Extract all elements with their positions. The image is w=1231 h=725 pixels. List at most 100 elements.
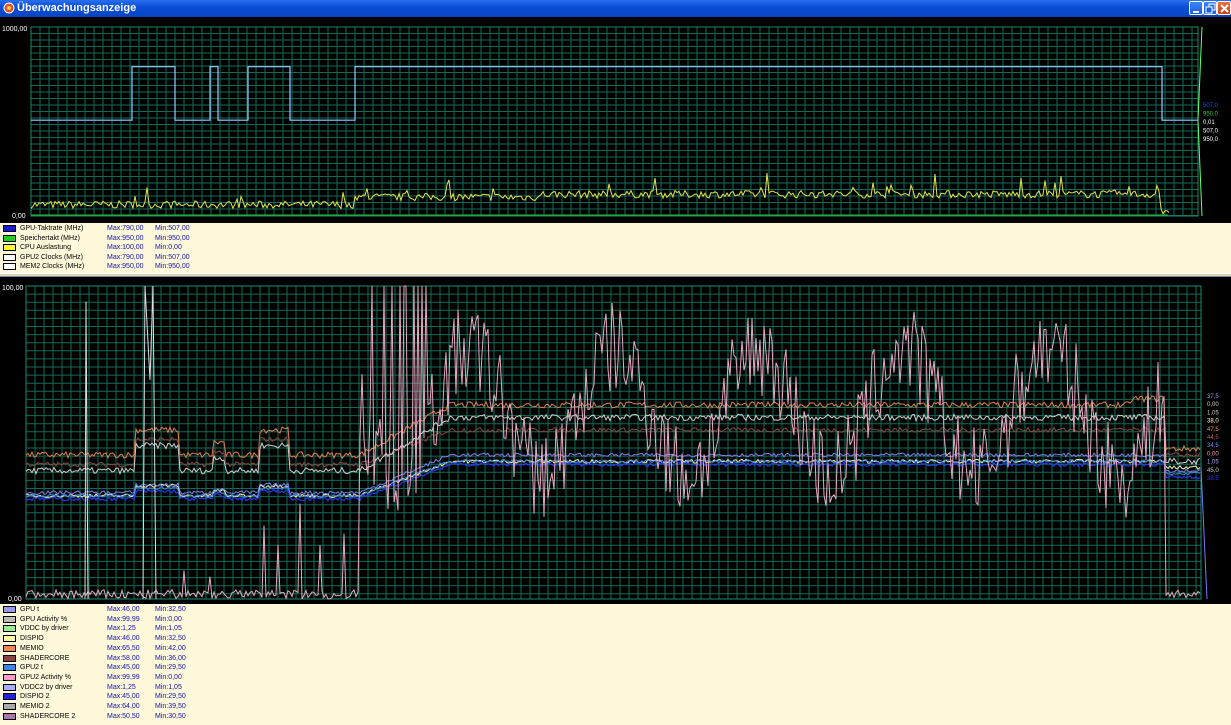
legend-series-name: CPU Auslastung [20,244,71,252]
legend-series-name: MEMIO [20,644,44,652]
y-min-label: 0,00 [12,213,26,220]
y-min-label: 0,00 [8,596,22,603]
legend-swatch [3,625,16,633]
legend-series-name: GPU-Taktrate (MHz) [20,225,84,232]
legend-series-name: GPU2 Clocks (MHz) [20,253,84,261]
legend-max-value: Max:100,00 [107,244,144,252]
current-value-label: 1,05 [1207,460,1219,466]
sensor-chart: 100,00 0,00 37,5 0,00 1,05 38,0 47,5 44,5 34,5… [0,277,1231,604]
legend-max-value: Max:99,99 [107,615,140,623]
legend-series-name: SHADERCORE [20,654,70,662]
monitor-app-icon [3,2,15,14]
legend-series-name: MEM2 Clocks (MHz) [20,263,85,271]
window-title: Überwachungsanzeige [17,2,137,14]
legend-swatch [3,635,16,643]
legend-max-value: Max:64,00 [107,703,140,710]
current-value-label: 44,5 [1207,435,1219,441]
minimize-button[interactable] [1189,1,1203,15]
legend-max-value: Max:65,50 [107,644,140,652]
legend-min-value: Min:32,50 [155,606,186,613]
legend-max-value: Max:58,00 [107,654,140,662]
legend-max-value: Max:950,00 [107,263,144,271]
legend-swatch [3,673,16,681]
legend-series-name: GPU Activity % [20,615,68,623]
current-value-label: 1,05 [1207,410,1219,416]
restore-icon [1205,3,1216,14]
current-value-label: 507,0 [1203,103,1219,109]
current-value-label: 507,0 [1203,129,1219,135]
legend-swatch [3,654,16,662]
close-button[interactable] [1217,1,1231,15]
legend-series-name: DISPIO 2 [20,693,50,701]
legend-min-value: Min:29,50 [155,693,186,701]
legend-max-value: Max:1,25 [107,683,136,691]
legend-swatch [3,225,16,232]
legend-series-name: MEMIO 2 [20,703,50,710]
legend-min-value: Min:1,05 [155,683,182,691]
legend-swatch [3,244,16,252]
legend-max-value: Max:790,00 [107,225,144,232]
legend-min-value: Min:0,00 [155,615,182,623]
legend-min-value: Min:36,00 [155,654,186,662]
legend-swatch [3,263,16,271]
current-value-label: 950,0 [1203,112,1219,118]
legend-max-value: Max:99,99 [107,673,140,681]
legend-swatch [3,606,16,613]
maximize-button[interactable] [1203,1,1217,15]
clock-chart: 1000,00 0,00 507,0 950,0 0,01 507,0 950,0 [0,17,1231,223]
legend-max-value: Max:46,00 [107,606,140,613]
monitor-window: Überwachungsanzeige 1000,00 0,00 507,0 95… [0,0,1231,725]
legend-swatch [3,615,16,623]
sensor-legend: GPU t Max:46,00 Min:32,50 GPU Activity % Max… [0,604,1231,725]
legend-min-value: Min:0,00 [155,673,182,681]
legend-min-value: Min:507,00 [155,225,190,232]
legend-min-value: Min:42,00 [155,644,186,652]
legend-max-value: Max:45,00 [107,693,140,701]
sensor-chart-area: 100,00 0,00 37,5 0,00 1,05 38,0 47,5 44,5 34,5… [0,277,1231,604]
legend-max-value: Max:45,00 [107,664,140,672]
legend-swatch [3,693,16,701]
current-value-label: 38,0 [1207,419,1219,425]
legend-min-value: Min:32,50 [155,635,186,643]
legend-swatch [3,712,16,720]
legend-max-value: Max:1,25 [107,625,136,633]
current-value-label: 45,0 [1207,468,1219,474]
legend-max-value: Max:950,00 [107,234,144,242]
clock-chart-area: 1000,00 0,00 507,0 950,0 0,01 507,0 950,0 [0,17,1231,223]
current-value-label: 37,5 [1207,394,1219,400]
current-value-label: 0,00 [1207,402,1219,408]
legend-series-name: VDDC by driver [20,625,69,633]
legend-series-name: VDDC2 by driver [20,683,73,691]
legend-swatch [3,664,16,672]
current-value-label: 950,0 [1203,137,1219,143]
legend-series-name: GPU t [20,606,40,613]
current-value-label: 34,5 [1207,443,1219,449]
current-value-label: 38,5 [1207,476,1219,482]
title-bar[interactable]: Überwachungsanzeige [0,0,1231,17]
legend-series-name: GPU2 Activity % [20,673,71,681]
legend-min-value: Min:29,50 [155,664,186,672]
legend-min-value: Min:950,00 [155,263,190,271]
legend-swatch [3,234,16,242]
legend-series-name: Speichertakt (MHz) [20,234,80,242]
legend-series-name: GPU2 t [20,664,43,672]
legend-min-value: Min:0,00 [155,244,182,252]
legend-min-value: Min:30,50 [155,712,186,720]
legend-min-value: Min:1,05 [155,625,182,633]
minimize-icon [1193,11,1199,13]
legend-series-name: SHADERCORE 2 [20,712,76,720]
legend-max-value: Max:790,00 [107,253,144,261]
legend-series-name: DISPIO [20,635,44,643]
current-value-label: 47,5 [1207,427,1219,433]
legend-max-value: Max:46,00 [107,635,140,643]
legend-swatch [3,703,16,710]
clock-legend: GPU-Taktrate (MHz) Max:790,00 Min:507,00 Sp… [0,223,1231,273]
legend-max-value: Max:50,50 [107,712,140,720]
y-max-label: 1000,00 [2,26,27,33]
legend-swatch [3,253,16,261]
legend-min-value: Min:39,50 [155,703,186,710]
current-value-label: 0,01 [1203,120,1215,126]
current-value-label: 0,00 [1207,451,1219,457]
close-icon [1220,4,1229,13]
legend-swatch [3,683,16,691]
